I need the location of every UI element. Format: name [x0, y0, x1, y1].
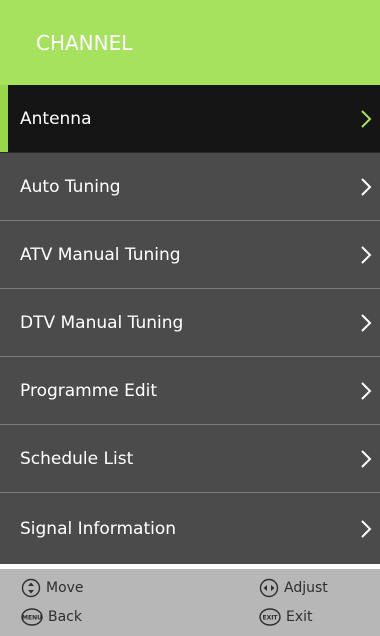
chevron-right-icon — [361, 313, 372, 332]
svg-text:EXIT: EXIT — [262, 615, 278, 622]
menu-item-programme-edit[interactable]: Programme Edit — [0, 357, 380, 425]
menu-item-dtv-manual-tuning[interactable]: DTV Manual Tuning — [0, 289, 380, 357]
channel-menu: CHANNEL Antenna Auto Tuning ATV Manual T… — [0, 0, 380, 636]
hint-label: Exit — [286, 609, 313, 625]
chevron-right-icon — [361, 381, 372, 400]
menu-items: Antenna Auto Tuning ATV Manual Tuning DT… — [0, 85, 380, 569]
menu-item-label: Schedule List — [20, 448, 134, 469]
menu-button-icon: MENU — [21, 608, 43, 626]
menu-header: CHANNEL — [0, 0, 380, 85]
hint-label: Back — [48, 609, 82, 625]
menu-item-label: Signal Information — [20, 518, 177, 539]
menu-item-atv-manual-tuning[interactable]: ATV Manual Tuning — [0, 221, 380, 289]
menu-item-auto-tuning[interactable]: Auto Tuning — [0, 153, 380, 221]
left-right-arrows-icon — [259, 578, 279, 598]
menu-item-schedule-list[interactable]: Schedule List — [0, 425, 380, 493]
hint-label: Adjust — [284, 580, 328, 596]
hint-exit: EXIT Exit — [259, 608, 313, 626]
menu-item-signal-information[interactable]: Signal Information — [0, 493, 380, 564]
menu-item-label: Programme Edit — [20, 380, 158, 401]
menu-item-antenna[interactable]: Antenna — [0, 85, 380, 153]
chevron-right-icon — [361, 519, 372, 538]
menu-title: CHANNEL — [36, 30, 133, 55]
menu-item-label: DTV Manual Tuning — [20, 312, 184, 333]
menu-item-label: Antenna — [20, 108, 92, 129]
up-down-arrows-icon — [21, 578, 41, 598]
chevron-right-icon — [361, 245, 372, 264]
hint-adjust: Adjust — [259, 578, 328, 598]
hint-back: MENU Back — [21, 608, 82, 626]
chevron-right-icon — [361, 109, 372, 128]
svg-text:MENU: MENU — [22, 615, 42, 622]
hint-label: Move — [46, 580, 84, 596]
menu-item-label: Auto Tuning — [20, 176, 121, 197]
key-hint-bar: Move Adjust MENU Back EXIT Exit — [0, 569, 380, 636]
exit-button-icon: EXIT — [259, 608, 281, 626]
hint-move: Move — [21, 578, 84, 598]
menu-item-label: ATV Manual Tuning — [20, 244, 181, 265]
chevron-right-icon — [361, 449, 372, 468]
chevron-right-icon — [361, 177, 372, 196]
